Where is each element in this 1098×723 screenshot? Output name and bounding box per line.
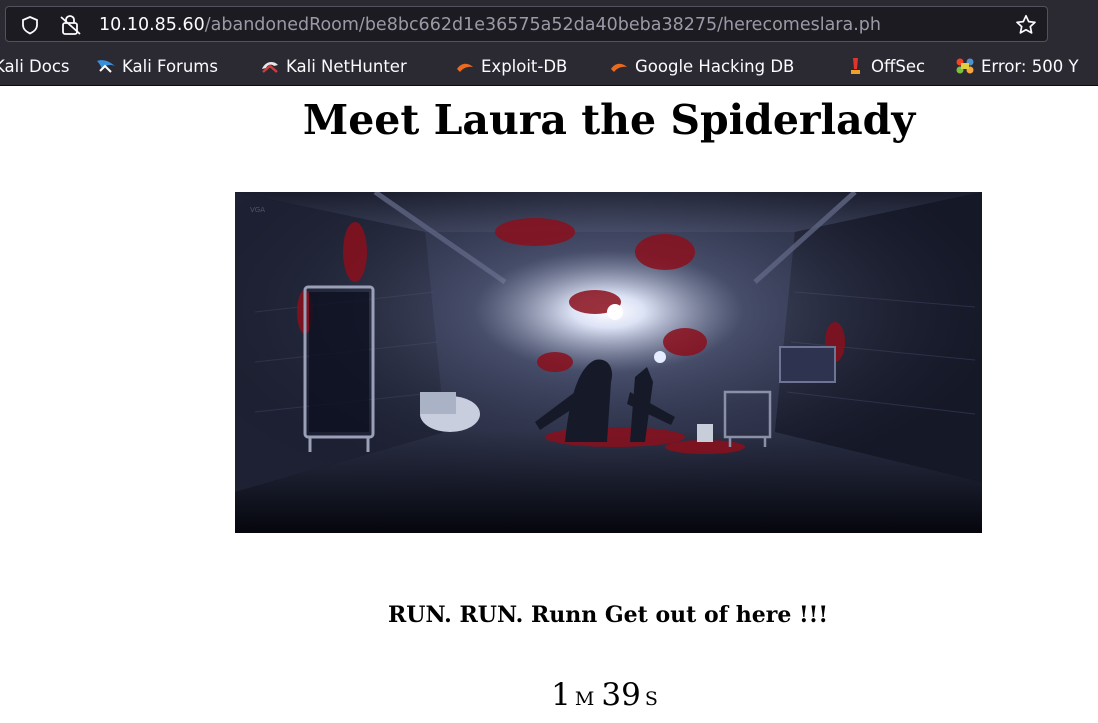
bookmark-google-hacking-db[interactable]: Google Hacking DB bbox=[609, 55, 794, 77]
bookmark-label: Kali Forums bbox=[122, 56, 218, 76]
insecure-lock-icon[interactable] bbox=[58, 14, 84, 36]
tracking-protection-shield-icon[interactable] bbox=[20, 15, 40, 35]
countdown-timer: 1 M 39 S bbox=[0, 676, 1098, 719]
address-bar[interactable]: 10.10.85.60/abandonedRoom/be8bc662d1e365… bbox=[5, 6, 1048, 42]
url-path: /abandonedRoom/be8bc662d1e36575a52da40be… bbox=[204, 15, 881, 35]
bookmark-kali-docs[interactable]: Kali Docs bbox=[0, 55, 70, 77]
kali-nethunter-icon bbox=[262, 61, 278, 73]
url-text[interactable]: 10.10.85.60/abandonedRoom/be8bc662d1e365… bbox=[99, 14, 1004, 36]
url-host: 10.10.85.60 bbox=[99, 15, 205, 35]
toolbar-divider bbox=[0, 85, 1098, 86]
offsec-icon bbox=[851, 58, 860, 74]
bookmark-label: Error: 500 Y bbox=[981, 56, 1079, 76]
countdown-seconds: 39 bbox=[601, 677, 641, 713]
horror-room-illustration: VGA bbox=[235, 192, 982, 533]
countdown-seconds-unit: S bbox=[644, 688, 659, 710]
bookmark-exploit-db[interactable]: Exploit-DB bbox=[455, 55, 567, 77]
countdown-minutes-unit: M bbox=[574, 688, 596, 710]
google-hacking-db-icon bbox=[611, 63, 627, 72]
bookmark-error-500[interactable]: Error: 500 Y bbox=[955, 55, 1079, 77]
horror-room-image: VGA bbox=[235, 192, 982, 533]
bookmark-label: Exploit-DB bbox=[481, 56, 568, 76]
countdown-minutes: 1 bbox=[551, 677, 571, 713]
page-title: Meet Laura the Spiderlady bbox=[302, 96, 916, 144]
bookmark-kali-nethunter[interactable]: Kali NetHunter bbox=[260, 55, 407, 77]
bookmark-label: Google Hacking DB bbox=[635, 56, 795, 76]
joomla-icon bbox=[956, 58, 974, 74]
bookmarks-toolbar: Kali Docs Kali Forums Kali NetHunter Exp… bbox=[0, 50, 1098, 82]
kali-forums-icon bbox=[97, 60, 115, 73]
svg-text:VGA: VGA bbox=[250, 206, 265, 214]
warning-message: RUN. RUN. Runn Get out of here !!! bbox=[387, 602, 828, 628]
bookmark-star-icon[interactable] bbox=[1014, 13, 1038, 37]
bookmark-label: Kali NetHunter bbox=[286, 56, 407, 76]
bookmark-offsec[interactable]: OffSec bbox=[845, 55, 925, 77]
browser-toolbar: 10.10.85.60/abandonedRoom/be8bc662d1e365… bbox=[0, 0, 1098, 86]
bookmark-label: OffSec bbox=[871, 56, 926, 76]
bookmark-kali-forums[interactable]: Kali Forums bbox=[96, 55, 218, 77]
exploit-db-icon bbox=[457, 63, 473, 72]
bookmark-label: Kali Docs bbox=[0, 56, 70, 76]
